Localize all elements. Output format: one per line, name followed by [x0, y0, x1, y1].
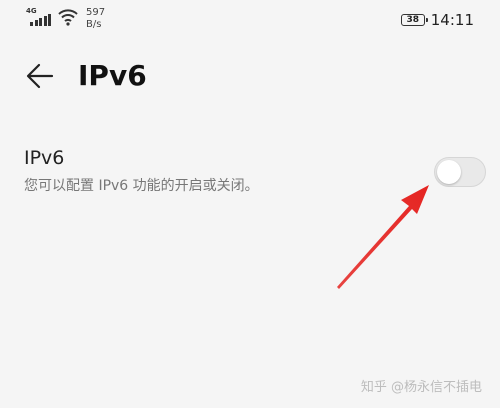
annotation-arrow — [337, 185, 429, 289]
status-time: 14:11 — [430, 11, 474, 29]
ipv6-setting-row[interactable]: IPv6 您可以配置 IPv6 功能的开启或关闭。 — [24, 140, 486, 204]
battery-level: 38 — [406, 14, 420, 25]
network-speed-value: 597 — [86, 7, 106, 18]
status-bar-left: 4G 597 B/s — [26, 7, 105, 31]
page-title: IPv6 — [78, 59, 147, 92]
network-speed: 597 B/s — [86, 7, 105, 31]
back-button[interactable] — [24, 60, 56, 92]
ipv6-toggle[interactable] — [434, 157, 486, 187]
wifi-icon — [58, 9, 78, 26]
status-bar: 4G 597 B/s 38 14:11 — [0, 0, 500, 40]
battery-icon: 38 — [400, 14, 428, 26]
back-arrow-icon — [26, 63, 54, 89]
cellular-signal-icon: 4G — [26, 8, 52, 26]
setting-title: IPv6 — [24, 147, 65, 169]
status-bar-right: 38 14:11 — [400, 11, 474, 29]
setting-description: 您可以配置 IPv6 功能的开启或关闭。 — [24, 178, 259, 194]
network-speed-unit: B/s — [86, 19, 102, 30]
watermark: 知乎 @杨永信不插电 — [360, 380, 482, 395]
toggle-knob — [437, 160, 461, 184]
